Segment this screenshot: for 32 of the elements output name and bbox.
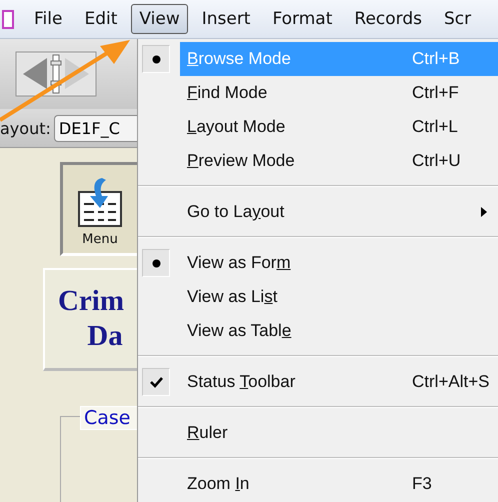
layout-label: ayout:	[0, 118, 51, 138]
menu-item[interactable]: Layout Mode Ctrl+L	[180, 110, 498, 144]
shortcut-text: Ctrl+B	[412, 49, 461, 69]
menu-item[interactable]: View as List	[180, 280, 498, 314]
menu-bar-item[interactable]: File	[26, 4, 70, 34]
list-download-icon	[78, 176, 122, 228]
form-title: Crim	[58, 284, 124, 318]
menu-item[interactable]: Status Toolbar Ctrl+Alt+S	[180, 365, 498, 399]
book-navigation-icon[interactable]	[15, 51, 97, 97]
form-title: Da	[87, 320, 123, 354]
shortcut-text: F3	[412, 474, 433, 494]
menu-bar-item[interactable]: Insert	[194, 4, 258, 34]
layout-dropdown[interactable]: DE1F_C	[54, 114, 137, 142]
menu-bar-item[interactable]: Records	[346, 4, 430, 34]
menu-item[interactable]: Preview Mode Ctrl+U	[180, 144, 498, 178]
menu-item[interactable]: Find Mode Ctrl+F	[180, 76, 498, 110]
menu-item[interactable]: Ruler	[180, 416, 498, 450]
shortcut-text: Ctrl+Alt+S	[412, 372, 490, 392]
menu-button[interactable]: Menu	[60, 162, 137, 256]
menu-item[interactable]: Zoom In F3	[180, 467, 498, 501]
shortcut-text: Ctrl+F	[412, 83, 460, 103]
shortcut-text: Ctrl+U	[412, 151, 462, 171]
menu-item[interactable]: Go to Layout	[180, 195, 498, 229]
menu-bar-item[interactable]: View	[131, 4, 188, 34]
menu-item[interactable]: View as Table	[180, 314, 498, 348]
menu-bar-item[interactable]: Format	[264, 4, 340, 34]
menu-bar-item[interactable]: Scr	[436, 4, 480, 34]
shortcut-text: Ctrl+L	[412, 117, 459, 137]
menu-item[interactable]: View as Form	[180, 246, 498, 280]
menu-bar-item[interactable]: Edit	[76, 4, 126, 34]
group-label: Case	[80, 406, 138, 430]
app-icon[interactable]	[2, 7, 16, 31]
